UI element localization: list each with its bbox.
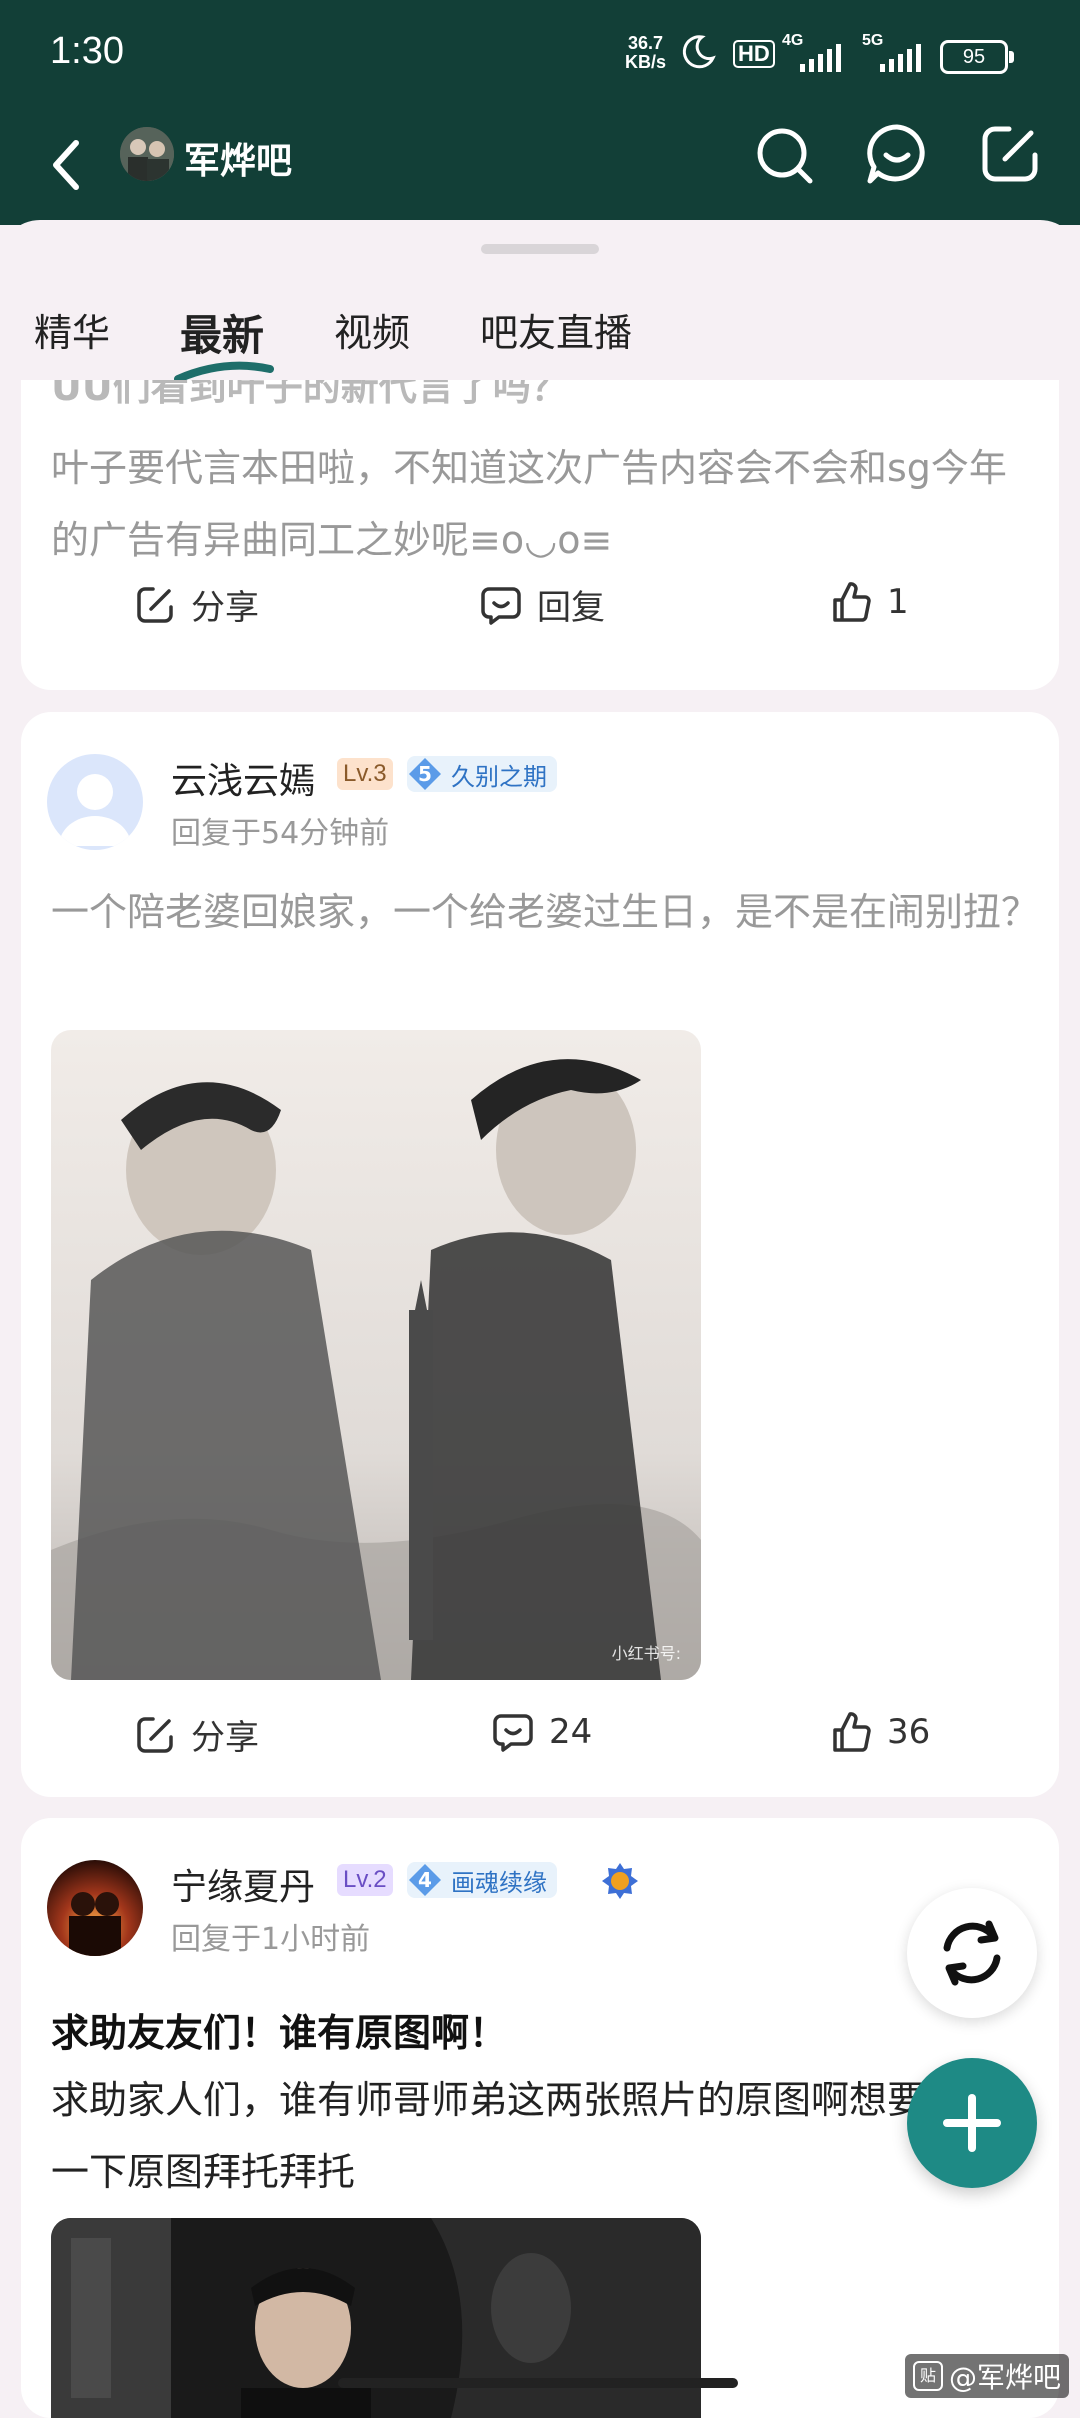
reply-button[interactable]: 回复 xyxy=(479,580,605,629)
image-watermark: 小红书号: xyxy=(611,1644,681,1663)
share-icon xyxy=(137,1716,173,1753)
post-body: 叶子要代言本田啦，不知道这次广告内容会不会和sg今年的广告有异曲同工之妙呢≡o◡… xyxy=(51,446,1007,562)
refresh-icon xyxy=(943,1920,1001,1986)
post-card[interactable]: 云浅云嫣 Lv.3 5 久别之期 回复于54分钟前 一个陪老婆回娘家，一个给老婆… xyxy=(21,712,1059,1797)
tieba-logo-icon: 贴 xyxy=(913,2361,943,2391)
tab-video[interactable]: 视频 xyxy=(334,302,410,363)
drag-handle[interactable] xyxy=(481,244,599,254)
post-title: UU们看到叶子的新代言了吗？ xyxy=(51,380,569,409)
forum-avatar[interactable] xyxy=(120,127,174,181)
share-icon xyxy=(137,586,173,623)
thumbs-up-icon xyxy=(833,1712,871,1752)
status-bar: 1:30 36.7 KB/s HD 4G 5G 95 xyxy=(0,0,1080,115)
net-speed: 36.7 KB/s xyxy=(625,33,667,72)
post-actions: 分享 回复 1 xyxy=(21,580,1059,640)
comment-icon xyxy=(493,1714,533,1752)
post-body: 一个陪老婆回娘家，一个给老婆过生日，是不是在闹别扭？ xyxy=(51,890,1040,934)
status-time: 1:30 xyxy=(50,30,124,72)
avatar[interactable] xyxy=(47,754,143,850)
post-time: 回复于1小时前 xyxy=(171,1922,371,1957)
rank-medal-icon xyxy=(602,1863,638,1899)
member-badge: 4 画魂续缘 xyxy=(407,1862,557,1898)
username[interactable]: 宁缘夏丹 xyxy=(171,1858,315,1910)
footer-watermark: 贴 @军烨吧 xyxy=(905,2354,1070,2398)
message-icon[interactable] xyxy=(862,119,932,189)
do-not-disturb-icon xyxy=(682,35,716,69)
search-icon[interactable] xyxy=(750,119,820,189)
home-indicator[interactable] xyxy=(338,2378,738,2388)
post-actions: 分享 24 36 xyxy=(21,1710,1059,1770)
tab-latest[interactable]: 最新 xyxy=(174,302,275,383)
compose-icon[interactable] xyxy=(975,119,1045,189)
comment-button[interactable]: 24 xyxy=(491,1710,592,1754)
thumbs-up-icon xyxy=(833,582,871,622)
forum-header: 军烨吧 xyxy=(0,115,1080,225)
post-time: 回复于54分钟前 xyxy=(171,816,390,851)
tab-featured[interactable]: 精华 xyxy=(34,302,110,363)
refresh-button[interactable] xyxy=(907,1888,1037,2018)
post-card[interactable]: UU们看到叶子的新代言了吗？ 叶子要代言本田啦，不知道这次广告内容会不会和sg今… xyxy=(21,380,1059,690)
post-image[interactable] xyxy=(51,2218,701,2418)
share-button[interactable]: 分享 xyxy=(133,1710,259,1759)
member-badge: 5 久别之期 xyxy=(407,756,557,792)
comment-icon xyxy=(481,586,521,625)
level-badge: Lv.3 xyxy=(337,758,393,790)
tab-bar: 精华 最新 视频 吧友直播 xyxy=(34,302,702,383)
forum-title: 军烨吧 xyxy=(184,141,293,182)
like-button[interactable]: 1 xyxy=(829,580,909,624)
plus-icon xyxy=(943,2094,1001,2152)
battery-icon: 95 xyxy=(940,40,1014,74)
username[interactable]: 云浅云嫣 xyxy=(171,752,315,804)
like-button[interactable]: 36 xyxy=(829,1710,930,1754)
signal-bars-icon xyxy=(880,44,921,72)
tab-live[interactable]: 吧友直播 xyxy=(480,302,632,363)
back-icon[interactable] xyxy=(40,123,100,207)
post-body: 求助家人们，谁有师哥师弟这两张照片的原图啊想要一下原图拜托拜托 xyxy=(51,2078,926,2194)
hd-voice-icon: HD xyxy=(733,40,775,68)
level-badge: Lv.2 xyxy=(337,1864,393,1896)
post-title: 求助友友们！谁有原图啊！ xyxy=(51,2011,508,2055)
share-button[interactable]: 分享 xyxy=(133,580,259,629)
signal-bars-icon xyxy=(800,44,841,72)
new-post-button[interactable] xyxy=(907,2058,1037,2188)
post-image[interactable]: 小红书号: xyxy=(51,1030,701,1680)
post-card[interactable]: 宁缘夏丹 Lv.2 4 画魂续缘 回复于1小时前 求助友友们！谁有原图啊！ 求助… xyxy=(21,1818,1059,2418)
avatar[interactable] xyxy=(47,1860,143,1956)
